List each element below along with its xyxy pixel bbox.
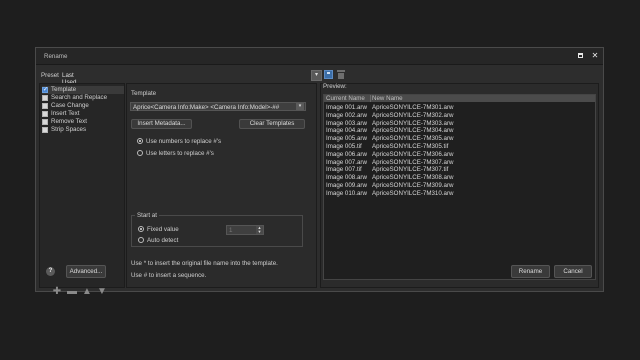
start-number-value[interactable]: 1 [229, 227, 232, 234]
table-row[interactable]: Image 008.arw ApriceSONYILCE-7M308.arw [324, 174, 595, 182]
cell-new-name: ApriceSONYILCE-7M310.arw [372, 189, 454, 197]
table-row[interactable]: Image 005.arw ApriceSONYILCE-7M305.arw [324, 135, 595, 143]
move-up-icon[interactable]: ▲ [82, 287, 92, 297]
cell-current-name: Image 001.arw [326, 104, 367, 111]
add-icon[interactable]: ✚ [52, 287, 62, 297]
cell-current-name: Image 010.arw [326, 189, 367, 197]
delete-icon[interactable]: ▬ [67, 287, 77, 297]
action-item-case-change[interactable]: Case Change [42, 102, 124, 110]
action-item-template[interactable]: Template [42, 86, 124, 94]
cell-new-name: ApriceSONYILCE-7M302.arw [372, 111, 454, 119]
action-label: Strip Spaces [51, 126, 87, 133]
table-row[interactable]: Image 001.arw ApriceSONYILCE-7M301.arw [324, 104, 595, 112]
action-item-insert-text[interactable]: Insert Text [42, 110, 124, 118]
cell-new-name: ApriceSONYILCE-7M307.tif [372, 166, 449, 174]
cell-current-name: Image 008.arw [326, 174, 367, 182]
cell-new-name: ApriceSONYILCE-7M305.arw [372, 135, 454, 143]
template-value: Aprice<Camera Info:Make> <Camera Info:Mo… [133, 104, 280, 111]
radio-label: Use letters to replace #'s [146, 150, 214, 157]
help-text-hash: Use # to insert a sequence. [131, 272, 207, 279]
table-header: Current Name New Name [324, 95, 595, 102]
cell-current-name: Image 007.tif [326, 166, 362, 174]
radio-label: Auto detect [147, 237, 179, 244]
insert-metadata-button[interactable]: Insert Metadata... [131, 119, 192, 129]
preview-table[interactable]: Current Name New Name Image 001.arw Apric… [323, 94, 596, 280]
advanced-button[interactable]: Advanced... [66, 265, 106, 278]
action-label: Template [51, 86, 77, 93]
save-preset-icon[interactable] [324, 70, 333, 79]
cell-new-name: ApriceSONYILCE-7M307.arw [372, 158, 454, 166]
checkbox-icon[interactable] [42, 111, 48, 117]
cell-new-name: ApriceSONYILCE-7M304.arw [372, 127, 454, 135]
table-row[interactable]: Image 009.arw ApriceSONYILCE-7M309.arw [324, 182, 595, 190]
start-number-stepper[interactable]: 1 ▲ ▼ [226, 225, 264, 235]
cell-current-name: Image 004.arw [326, 127, 367, 135]
column-current-name[interactable]: Current Name [326, 95, 365, 102]
cell-new-name: ApriceSONYILCE-7M305.tif [372, 143, 449, 150]
column-new-name[interactable]: New Name [370, 95, 403, 102]
action-label: Case Change [51, 102, 89, 109]
preset-label: Preset [41, 72, 59, 79]
dialog-content: Preset Last Used Settings ▾ Template Sea… [35, 47, 604, 297]
cell-new-name: ApriceSONYILCE-7M308.arw [372, 174, 454, 182]
table-row[interactable]: Image 002.arw ApriceSONYILCE-7M302.arw [324, 112, 595, 120]
cell-current-name: Image 007.arw [326, 158, 367, 166]
table-row[interactable]: Image 004.arw ApriceSONYILCE-7M304.arw [324, 127, 595, 135]
cell-current-name: Image 005.tif [326, 143, 362, 150]
help-icon[interactable]: ? [46, 267, 55, 276]
start-at-group: Start at Fixed value Auto detect 1 ▲ ▼ [131, 212, 303, 247]
radio-label: Fixed value [147, 226, 179, 233]
checkbox-icon[interactable] [42, 119, 48, 125]
table-row[interactable]: Image 005.tif ApriceSONYILCE-7M305.tif [324, 143, 595, 151]
chevron-down-icon[interactable]: ▾ [296, 103, 304, 110]
help-text-star: Use * to insert the original file name i… [131, 260, 278, 267]
checkbox-icon[interactable] [42, 86, 48, 93]
table-row[interactable]: Image 010.arw ApriceSONYILCE-7M310.arw [324, 190, 595, 198]
cell-current-name: Image 002.arw [326, 111, 367, 119]
cell-current-name: Image 006.arw [326, 150, 367, 158]
table-row[interactable]: Image 007.tif ApriceSONYILCE-7M307.tif [324, 166, 595, 174]
rename-button[interactable]: Rename [511, 265, 550, 278]
action-label: Search and Replace [51, 94, 108, 101]
action-label: Remove Text [51, 118, 87, 125]
action-item-search-replace[interactable]: Search and Replace [42, 94, 124, 102]
cell-new-name: ApriceSONYILCE-7M309.arw [372, 182, 454, 189]
start-at-legend: Start at [135, 212, 159, 219]
radio-label: Use numbers to replace #'s [146, 138, 222, 145]
actions-list: Template Search and Replace Case Change … [39, 83, 125, 297]
table-row[interactable]: Image 003.arw ApriceSONYILCE-7M303.arw [324, 120, 595, 128]
preset-dropdown-icon[interactable]: ▾ [311, 70, 322, 81]
checkbox-icon[interactable] [42, 103, 48, 109]
delete-preset-icon[interactable] [337, 70, 345, 79]
cell-current-name: Image 005.arw [326, 135, 367, 143]
template-label: Template [131, 90, 157, 97]
template-select[interactable]: Aprice<Camera Info:Make> <Camera Info:Mo… [130, 102, 306, 111]
move-down-icon[interactable]: ▼ [97, 287, 107, 297]
action-item-remove-text[interactable]: Remove Text [42, 118, 124, 126]
cell-new-name: ApriceSONYILCE-7M303.arw [372, 119, 454, 127]
preview-panel: Preview: Current Name New Name Image 001… [320, 83, 599, 288]
template-panel: Template Aprice<Camera Info:Make> <Camer… [126, 83, 317, 288]
cell-new-name: ApriceSONYILCE-7M306.arw [372, 150, 454, 158]
cell-current-name: Image 003.arw [326, 119, 367, 127]
action-item-strip-spaces[interactable]: Strip Spaces [42, 126, 124, 134]
checkbox-icon[interactable] [42, 95, 48, 101]
cell-new-name: ApriceSONYILCE-7M301.arw [372, 104, 454, 111]
preview-label: Preview: [323, 83, 347, 90]
action-label: Insert Text [51, 110, 80, 117]
stepper-arrows-icon[interactable]: ▲ ▼ [256, 226, 263, 234]
cell-current-name: Image 009.arw [326, 182, 367, 189]
table-row[interactable]: Image 006.arw ApriceSONYILCE-7M306.arw [324, 151, 595, 159]
clear-templates-button[interactable]: Clear Templates [239, 119, 305, 129]
table-row[interactable]: Image 007.arw ApriceSONYILCE-7M307.arw [324, 159, 595, 167]
cancel-button[interactable]: Cancel [554, 265, 592, 278]
checkbox-icon[interactable] [42, 127, 48, 133]
